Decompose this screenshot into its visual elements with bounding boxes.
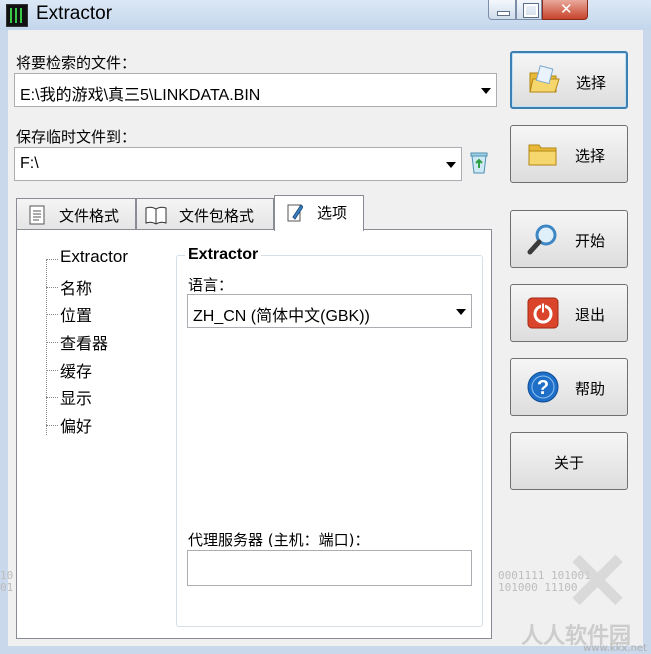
tab-label: 选项	[317, 204, 348, 222]
book-icon	[145, 206, 167, 225]
save-to-label: 保存临时文件到：	[16, 128, 137, 146]
about-button-label: 关于	[554, 454, 585, 472]
tab-label: 文件包格式	[179, 207, 255, 225]
tree-item-label: 偏好	[60, 417, 93, 436]
exit-button-label: 退出	[575, 306, 606, 324]
select-button-label: 选择	[576, 74, 607, 92]
save-to-value: F:\	[20, 155, 39, 172]
tab-file-format[interactable]: 文件格式	[16, 198, 136, 230]
exit-button[interactable]: 退出	[510, 284, 628, 342]
tree-line	[46, 259, 47, 435]
tree-connector	[46, 425, 58, 426]
help-button-label: 帮助	[575, 380, 606, 398]
document-icon	[29, 205, 45, 225]
search-file-value: E:\我的游戏\真三5\LINKDATA.BIN	[20, 87, 261, 104]
chevron-down-icon[interactable]	[456, 309, 466, 315]
tree-connector	[46, 397, 58, 398]
magnifier-icon	[527, 224, 557, 255]
title-bar[interactable]: Extractor ✕	[0, 0, 651, 30]
start-button[interactable]: 开始	[510, 210, 628, 268]
search-file-label: 将要检索的文件：	[16, 54, 137, 72]
language-value: ZH_CN (简体中文(GBK))	[193, 308, 370, 325]
edit-icon	[287, 204, 303, 222]
chevron-down-icon[interactable]	[446, 162, 456, 168]
group-title: Extractor	[185, 246, 262, 264]
maximize-button[interactable]	[516, 0, 542, 20]
about-button[interactable]: 关于	[510, 432, 628, 490]
proxy-input[interactable]	[187, 550, 472, 586]
tab-label: 文件格式	[59, 207, 120, 225]
tree-connector	[46, 314, 58, 315]
window-client: 将要检索的文件： E:\我的游戏\真三5\LINKDATA.BIN 保存临时文件…	[8, 30, 643, 646]
chevron-down-icon[interactable]	[481, 88, 491, 94]
select-button-label: 选择	[575, 147, 606, 165]
save-to-combo[interactable]: F:\	[14, 147, 462, 181]
tree-item-label: 名称	[60, 279, 93, 298]
select-save-folder-button[interactable]: 选择	[510, 125, 628, 183]
language-select[interactable]: ZH_CN (简体中文(GBK))	[187, 294, 472, 328]
maximize-icon	[523, 3, 539, 18]
tree-item-label: 查看器	[60, 334, 109, 353]
watermark-url: www.kkx.net	[583, 643, 647, 654]
watermark-logo: ✕	[563, 537, 631, 626]
folder-icon	[528, 144, 557, 166]
power-icon	[527, 297, 559, 329]
tree-connector	[46, 287, 58, 288]
tree-item-label: 缓存	[60, 362, 93, 381]
tree-connector	[46, 342, 58, 343]
tab-package-format[interactable]: 文件包格式	[136, 198, 274, 230]
options-tree[interactable]: Extractor 名称 位置 查看器 缓存 显示 偏好	[28, 247, 165, 642]
start-button-label: 开始	[575, 232, 606, 250]
window-title: Extractor	[36, 3, 113, 24]
close-icon: ✕	[560, 0, 573, 18]
select-search-file-button[interactable]: 选择	[510, 51, 628, 109]
watermark-binary-left: 10 01	[0, 569, 14, 594]
svg-text:?: ?	[537, 377, 549, 399]
tab-options[interactable]: 选项	[274, 195, 364, 231]
app-icon	[6, 4, 28, 27]
help-icon: ?	[527, 371, 559, 403]
proxy-label: 代理服务器 (主机：端口)：	[188, 531, 370, 549]
recycle-bin-icon[interactable]	[470, 152, 488, 174]
tree-item-label: 显示	[60, 389, 93, 408]
tree-item-label: Extractor	[60, 247, 129, 266]
tree-connector	[46, 259, 58, 260]
open-folder-icon	[529, 65, 560, 93]
help-button[interactable]: ? 帮助	[510, 358, 628, 416]
close-button[interactable]: ✕	[542, 0, 588, 20]
tree-item-label: 位置	[60, 306, 93, 325]
language-label: 语言：	[188, 276, 234, 294]
minimize-icon	[497, 11, 510, 16]
search-file-combo[interactable]: E:\我的游戏\真三5\LINKDATA.BIN	[14, 73, 497, 107]
minimize-button[interactable]	[488, 0, 516, 20]
tree-connector	[46, 370, 58, 371]
